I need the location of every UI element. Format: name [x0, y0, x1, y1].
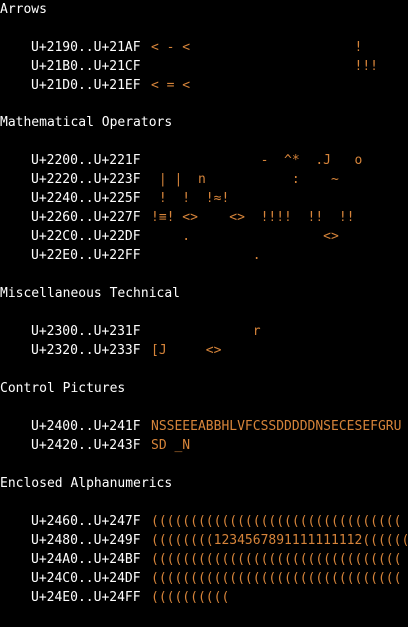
range-label: U+2420..U+243F: [31, 438, 141, 453]
range-label: U+21B0..U+21CF: [31, 59, 141, 74]
range-label: U+2260..U+227F: [31, 210, 141, 225]
range-label: U+21D0..U+21EF: [31, 78, 141, 93]
code-range-row: U+2320..U+233F [J <>: [31, 341, 221, 360]
terminal-screen: Arrows U+2190..U+21AF < - < ! U+21B0..U+…: [0, 0, 408, 627]
range-label: U+22E0..U+22FF: [31, 248, 141, 263]
code-range-row: U+21B0..U+21CF !!!: [31, 57, 378, 76]
code-range-row: U+24C0..U+24DF (((((((((((((((((((((((((…: [31, 569, 401, 588]
section-title-mathematical-operators: Mathematical Operators: [0, 115, 173, 130]
glyph-sample: [J <>: [151, 343, 222, 358]
glyph-sample: ((((((((((: [151, 590, 230, 605]
glyph-sample: | | n : ~: [151, 172, 339, 187]
range-label: U+2200..U+221F: [31, 153, 141, 168]
range-label: U+2320..U+233F: [31, 343, 141, 358]
code-range-row: U+22E0..U+22FF .: [31, 246, 261, 265]
glyph-sample: - ^* .J o: [151, 153, 363, 168]
range-label: U+24A0..U+24BF: [31, 552, 141, 567]
range-label: U+22C0..U+22DF: [31, 229, 141, 244]
code-range-row: U+2240..U+225F ! ! !≈!: [31, 189, 229, 208]
glyph-sample: .: [151, 248, 261, 263]
glyph-sample: . <>: [151, 229, 339, 244]
code-range-row: U+2200..U+221F - ^* .J o: [31, 151, 362, 170]
glyph-sample: ((((((((((((((((((((((((((((((((: [151, 552, 402, 567]
section-title-enclosed-alphanumerics: Enclosed Alphanumerics: [0, 476, 173, 491]
code-range-row: U+24A0..U+24BF (((((((((((((((((((((((((…: [31, 550, 401, 569]
glyph-sample: ! ! !≈!: [151, 191, 230, 206]
glyph-sample: < - < !: [151, 40, 363, 55]
code-range-row: U+2190..U+21AF < - < !: [31, 38, 362, 57]
glyph-sample: ((((((((((((((((((((((((((((((((: [151, 514, 402, 529]
range-label: U+2460..U+247F: [31, 514, 141, 529]
range-label: U+2400..U+241F: [31, 419, 141, 434]
code-range-row: U+2300..U+231F r: [31, 322, 261, 341]
glyph-sample: r: [151, 324, 261, 339]
code-range-row: U+2420..U+243F SD _N: [31, 436, 190, 455]
code-range-row: U+2460..U+247F (((((((((((((((((((((((((…: [31, 512, 401, 531]
glyph-sample: ((((((((((((((((((((((((((((((((: [151, 571, 402, 586]
range-label: U+2300..U+231F: [31, 324, 141, 339]
glyph-sample: !≡! <> <> !!!! !! !!: [151, 210, 355, 225]
range-label: U+24C0..U+24DF: [31, 571, 141, 586]
range-label: U+2190..U+21AF: [31, 40, 141, 55]
glyph-sample: !!!: [151, 59, 378, 74]
code-range-row: U+2400..U+241F NSSEEEABBHLVFCSSDDDDDNSEC…: [31, 417, 401, 436]
section-title-control-pictures: Control Pictures: [0, 381, 126, 396]
section-title-arrows: Arrows: [0, 2, 47, 17]
range-label: U+2240..U+225F: [31, 191, 141, 206]
code-range-row: U+21D0..U+21EF < = <: [31, 76, 190, 95]
code-range-row: U+2220..U+223F | | n : ~: [31, 170, 339, 189]
range-label: U+24E0..U+24FF: [31, 590, 141, 605]
range-label: U+2220..U+223F: [31, 172, 141, 187]
glyph-sample: ((((((((1234567891111111112((((((: [151, 533, 408, 548]
section-title-miscellaneous-technical: Miscellaneous Technical: [0, 286, 181, 301]
code-range-row: U+2480..U+249F ((((((((12345678911111111…: [31, 531, 408, 550]
code-range-row: U+22C0..U+22DF . <>: [31, 227, 339, 246]
code-range-row: U+24E0..U+24FF ((((((((((: [31, 588, 229, 607]
glyph-sample: < = <: [151, 78, 191, 93]
glyph-sample: NSSEEEABBHLVFCSSDDDDDNSECESEFGRU: [151, 419, 402, 434]
code-range-row: U+2260..U+227F !≡! <> <> !!!! !! !!: [31, 208, 355, 227]
glyph-sample: SD _N: [151, 438, 191, 453]
range-label: U+2480..U+249F: [31, 533, 141, 548]
